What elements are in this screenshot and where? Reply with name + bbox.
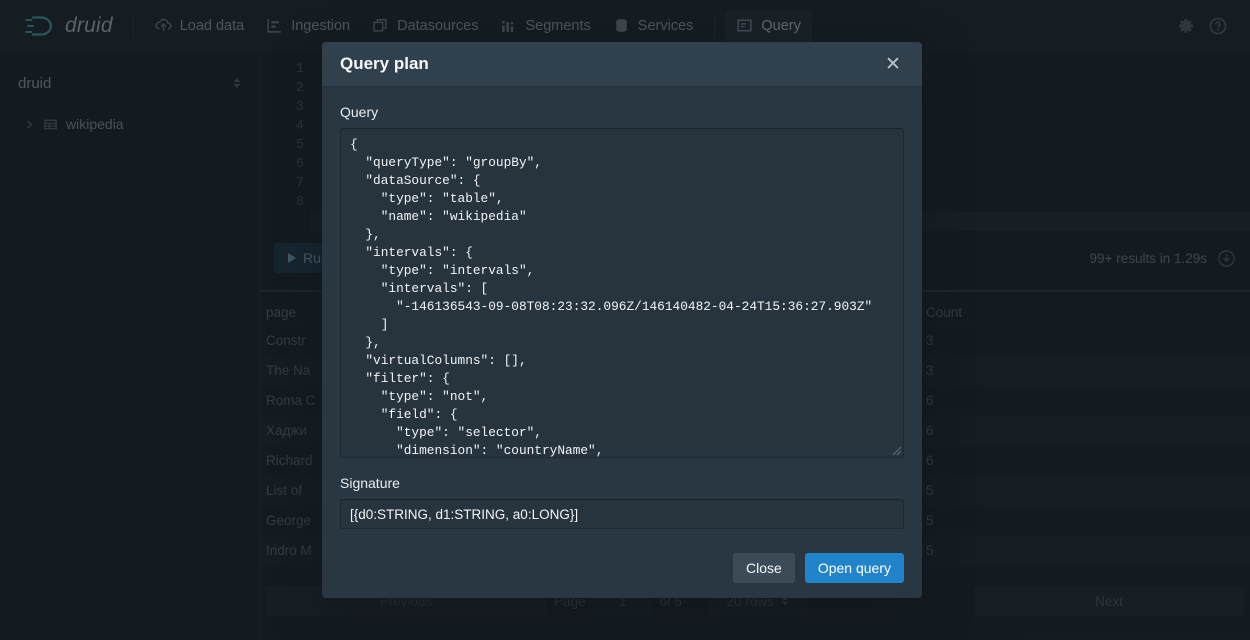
signature-field-label: Signature [340,475,400,491]
open-query-button[interactable]: Open query [804,553,904,583]
signature-input[interactable] [340,499,904,529]
druid-console: druid Load data Ingestion Datasources [0,0,1250,640]
dialog-title: Query plan [340,54,429,73]
dialog-header: Query plan ✕ [322,42,922,86]
resize-handle-icon[interactable] [890,444,902,456]
query-textarea[interactable]: { "queryType": "groupBy", "dataSource": … [340,128,904,458]
query-plan-dialog: Query plan ✕ Query { "queryType": "group… [322,42,922,598]
dialog-footer: Close Open query [322,535,922,598]
close-icon[interactable]: ✕ [880,51,906,77]
close-button[interactable]: Close [733,553,795,583]
query-field-label: Query [340,104,379,120]
dialog-body: Query { "queryType": "groupBy", "dataSou… [322,86,922,535]
